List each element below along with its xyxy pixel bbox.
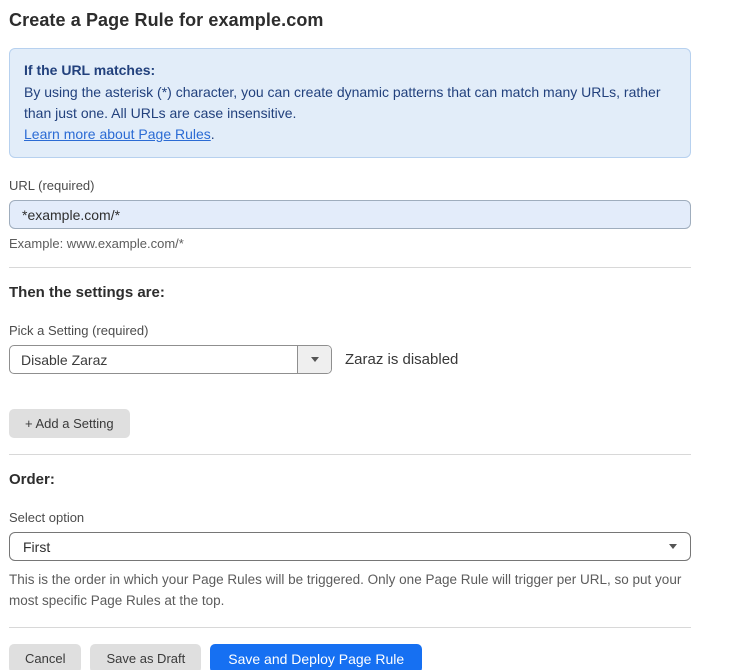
url-label: URL (required) [9, 178, 691, 193]
settings-section-heading: Then the settings are: [9, 284, 691, 301]
page-title: Create a Page Rule for example.com [9, 10, 691, 31]
save-and-deploy-button[interactable]: Save and Deploy Page Rule [210, 644, 422, 670]
url-match-info-box: If the URL matches: By using the asteris… [9, 48, 691, 158]
order-section-heading: Order: [9, 471, 691, 488]
cancel-button[interactable]: Cancel [9, 644, 81, 670]
setting-dropdown-arrow-button[interactable] [297, 346, 331, 373]
pick-setting-label: Pick a Setting (required) [9, 323, 691, 338]
setting-status-text: Zaraz is disabled [345, 351, 458, 368]
divider [9, 267, 691, 268]
chevron-down-icon [311, 357, 319, 362]
order-help-text: This is the order in which your Page Rul… [9, 569, 691, 611]
create-page-rule-form: Create a Page Rule for example.com If th… [0, 0, 750, 670]
divider [9, 454, 691, 455]
info-box-heading: If the URL matches: [24, 60, 676, 81]
divider [9, 627, 691, 628]
order-select-label: Select option [9, 510, 691, 525]
url-input[interactable] [9, 200, 691, 229]
form-actions: Cancel Save as Draft Save and Deploy Pag… [9, 644, 691, 670]
chevron-down-icon [669, 544, 677, 549]
add-setting-button[interactable]: + Add a Setting [9, 409, 130, 438]
url-example-hint: Example: www.example.com/* [9, 236, 691, 251]
setting-dropdown[interactable]: Disable Zaraz [9, 345, 332, 374]
learn-more-page-rules-link[interactable]: Learn more about Page Rules [24, 126, 211, 142]
info-box-body: By using the asterisk (*) character, you… [24, 82, 664, 124]
order-select-value: First [23, 539, 50, 555]
setting-dropdown-value: Disable Zaraz [10, 346, 297, 373]
setting-row: Disable Zaraz Zaraz is disabled [9, 345, 691, 374]
info-box-link-row: Learn more about Page Rules. [24, 124, 676, 145]
save-as-draft-button[interactable]: Save as Draft [90, 644, 201, 670]
order-select[interactable]: First [9, 532, 691, 561]
link-period: . [211, 126, 215, 142]
